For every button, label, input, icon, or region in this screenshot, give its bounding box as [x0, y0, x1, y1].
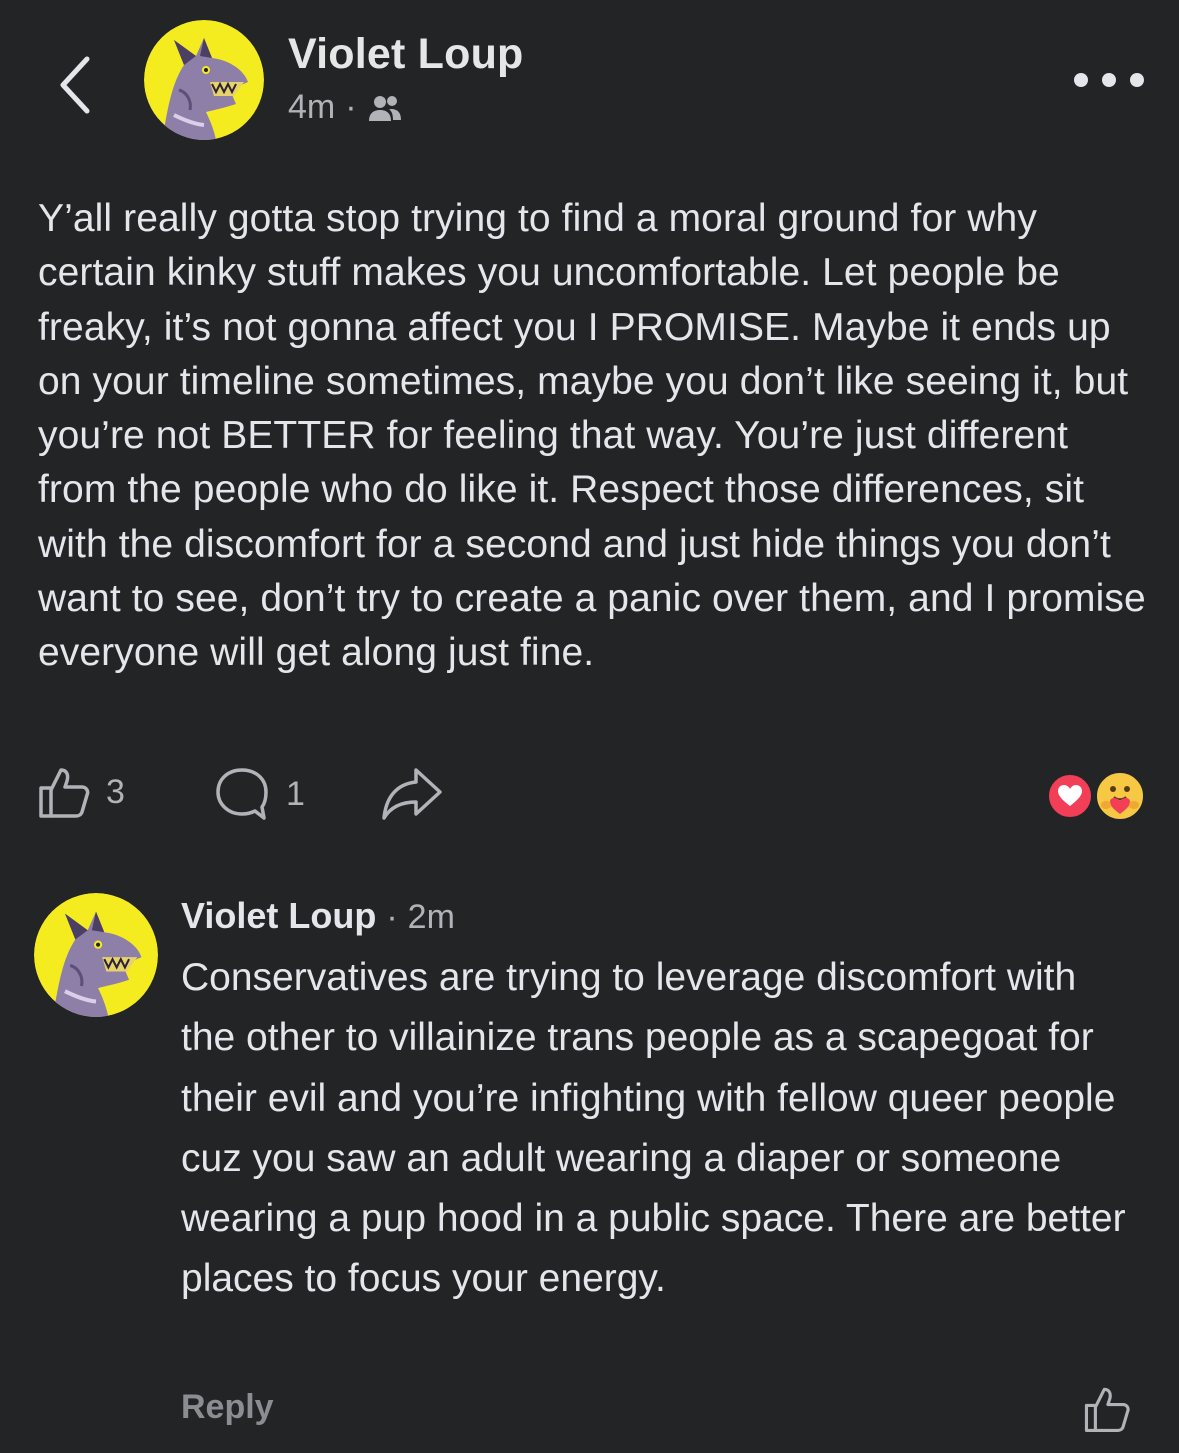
commenter-avatar[interactable]	[34, 893, 158, 1017]
more-dot-icon	[1074, 73, 1088, 87]
share-arrow-icon	[382, 768, 442, 820]
love-reaction-icon	[1046, 772, 1094, 820]
post-time: 4m	[288, 88, 336, 126]
thumbs-up-icon	[39, 768, 90, 818]
comment-bubble-icon	[216, 768, 268, 820]
author-avatar[interactable]	[144, 20, 264, 140]
wolf-avatar-image	[144, 20, 264, 140]
more-options-button[interactable]	[1074, 60, 1144, 100]
thumbs-up-icon	[1084, 1387, 1130, 1432]
meta-separator: ·	[345, 88, 357, 126]
comment-like-button[interactable]	[1082, 1384, 1132, 1439]
more-dot-icon	[1130, 73, 1144, 87]
reply-button[interactable]: Reply	[181, 1388, 274, 1427]
care-reaction-icon	[1094, 770, 1146, 822]
chevron-left-icon	[60, 56, 90, 114]
share-button[interactable]	[380, 764, 444, 829]
comment-count: 1	[286, 774, 305, 813]
friends-icon[interactable]	[367, 93, 403, 123]
comment-author-name[interactable]: Violet Loup	[181, 895, 376, 937]
post-body: Y’all really gotta stop trying to find a…	[38, 197, 1146, 675]
comment-button[interactable]: 1	[212, 764, 305, 824]
back-button[interactable]	[40, 40, 110, 130]
post-meta: 4m ·	[288, 88, 403, 127]
like-count: 3	[106, 772, 125, 811]
wolf-avatar-image	[34, 893, 158, 1017]
like-button[interactable]: 3	[36, 764, 125, 820]
comment-header: Violet Loup · 2m	[181, 895, 455, 937]
comment-time: 2m	[407, 898, 455, 936]
post-author-name[interactable]: Violet Loup	[288, 30, 524, 79]
comment-body: Conservatives are trying to leverage dis…	[181, 956, 1126, 1301]
more-dot-icon	[1102, 73, 1116, 87]
reactions-summary[interactable]	[1046, 770, 1146, 822]
comment-separator: ·	[386, 898, 398, 936]
